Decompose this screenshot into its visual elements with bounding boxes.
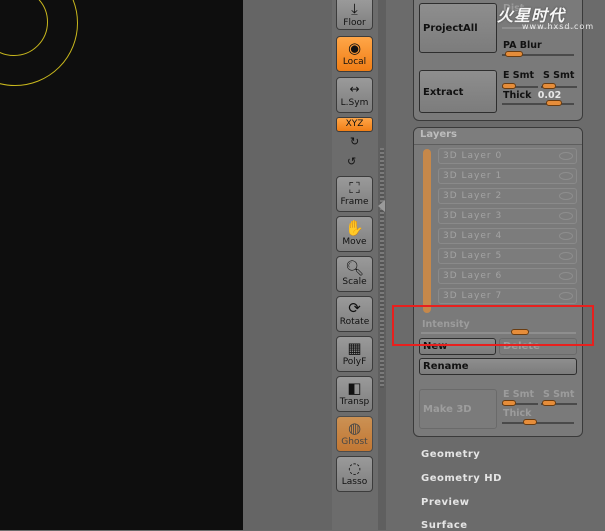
frame-icon: ⛶ (349, 179, 360, 197)
rotate-z-icon[interactable]: ↺ (347, 155, 356, 168)
collapse-arrow-icon[interactable] (378, 200, 385, 212)
extract-s-smt-label: S Smt (543, 70, 575, 81)
xyz-button[interactable]: XYZ (336, 117, 373, 132)
s-smt-slider-knob[interactable] (542, 83, 556, 89)
ghost-button[interactable]: ◍ Ghost (336, 416, 373, 452)
layer-name: 3D Layer 3 (443, 211, 503, 221)
lasso-icon: ◌ (347, 459, 362, 477)
layer-visibility-icon[interactable] (559, 152, 573, 160)
hand-icon: ✋ (345, 219, 364, 237)
lsym-button[interactable]: ↔ L.Sym (336, 77, 373, 113)
polyf-button[interactable]: ▦ PolyF (336, 336, 373, 372)
document-viewport[interactable] (0, 0, 243, 530)
section-surface[interactable]: Surface (421, 520, 468, 531)
layer-row[interactable]: 3D Layer 2 (438, 188, 577, 204)
scale-label: Scale (342, 277, 367, 287)
lasso-button[interactable]: ◌ Lasso (336, 456, 373, 492)
layer-name: 3D Layer 6 (443, 271, 503, 281)
watermark-url: www.hxsd.com (522, 22, 595, 31)
make3d-s-smt-slider-knob[interactable] (542, 400, 556, 406)
rotate-y-icon[interactable]: ↻ (350, 135, 359, 148)
layer-row[interactable]: 3D Layer 0 (438, 148, 577, 164)
layer-visibility-icon[interactable] (559, 212, 573, 220)
make-3d-button[interactable]: Make 3D (419, 389, 497, 429)
layer-visibility-icon[interactable] (559, 272, 573, 280)
layer-row[interactable]: 3D Layer 1 (438, 168, 577, 184)
ghost-label: Ghost (341, 437, 368, 447)
magnifier-icon: 🔍︎ (344, 259, 365, 277)
local-icon: ◉ (347, 39, 362, 57)
rotate-label: Rotate (339, 317, 370, 327)
make3d-e-smt-slider-knob[interactable] (502, 400, 516, 406)
layer-visibility-icon[interactable] (559, 292, 573, 300)
rotate-button[interactable]: ⟳ Rotate (336, 296, 373, 332)
layer-row[interactable]: 3D Layer 3 (438, 208, 577, 224)
make3d-thick-label: Thick (503, 408, 532, 419)
layer-row[interactable]: 3D Layer 7 (438, 288, 577, 304)
layer-name: 3D Layer 0 (443, 151, 503, 161)
layer-visibility-icon[interactable] (559, 252, 573, 260)
extract-e-smt-label: E Smt (503, 70, 535, 81)
layer-name: 3D Layer 1 (443, 171, 503, 181)
make3d-s-smt-label: S Smt (543, 389, 575, 400)
floor-icon: ⤓ (351, 0, 358, 18)
floor-label: Floor (343, 18, 366, 28)
move-button[interactable]: ✋ Move (336, 216, 373, 252)
section-preview[interactable]: Preview (421, 497, 470, 508)
rotate-icon: ⟳ (348, 299, 361, 317)
e-smt-slider-knob[interactable] (502, 83, 516, 89)
make3d-thick-slider-knob[interactable] (523, 419, 537, 425)
panel-divider[interactable] (378, 0, 386, 530)
layer-visibility-icon[interactable] (559, 232, 573, 240)
lasso-label: Lasso (341, 477, 368, 487)
layer-name: 3D Layer 2 (443, 191, 503, 201)
intensity-highlight-box (392, 305, 594, 346)
section-geometry-hd[interactable]: Geometry HD (421, 473, 502, 484)
symmetry-arrows-icon: ↔ (349, 82, 360, 96)
rename-layer-button[interactable]: Rename (419, 358, 577, 375)
layers-scrollbar[interactable] (423, 149, 431, 313)
layer-name: 3D Layer 5 (443, 251, 503, 261)
make3d-e-smt-label: E Smt (503, 389, 535, 400)
thick-label-text: Thick (503, 90, 532, 101)
layer-row[interactable]: 3D Layer 5 (438, 248, 577, 264)
layer-row[interactable]: 3D Layer 4 (438, 228, 577, 244)
canvas-margin (243, 0, 333, 530)
polyf-label: PolyF (342, 357, 367, 367)
pa-blur-slider-knob[interactable] (505, 51, 523, 57)
scale-button[interactable]: 🔍︎ Scale (336, 256, 373, 292)
move-label: Move (342, 237, 367, 247)
local-label: Local (342, 57, 367, 67)
lsym-label: L.Sym (340, 98, 369, 108)
transp-label: Transp (339, 397, 370, 407)
local-button[interactable]: ◉ Local (336, 36, 373, 72)
layer-row[interactable]: 3D Layer 6 (438, 268, 577, 284)
divider-grip[interactable] (380, 148, 384, 388)
frame-label: Frame (340, 197, 369, 207)
extract-button[interactable]: Extract (419, 70, 497, 113)
make3d-thick-slider-track[interactable] (502, 422, 574, 424)
ghost-icon: ◍ (347, 419, 362, 437)
layer-visibility-icon[interactable] (559, 172, 573, 180)
frame-button[interactable]: ⛶ Frame (336, 176, 373, 212)
layer-name: 3D Layer 7 (443, 291, 503, 301)
xyz-label: XYZ (345, 119, 364, 129)
layer-name: 3D Layer 4 (443, 231, 503, 241)
transp-button[interactable]: ◧ Transp (336, 376, 373, 412)
transparency-icon: ◧ (347, 379, 362, 397)
layers-header[interactable]: Layers (414, 128, 582, 145)
layers-title: Layers (420, 129, 457, 140)
projectall-button[interactable]: ProjectAll (419, 3, 497, 53)
floor-button[interactable]: ⤓ Floor (336, 0, 373, 30)
thick-slider-track[interactable] (502, 103, 574, 105)
thick-slider-knob[interactable] (546, 100, 562, 106)
section-geometry[interactable]: Geometry (421, 449, 480, 460)
pa-blur-label: PA Blur (503, 40, 542, 51)
layer-visibility-icon[interactable] (559, 192, 573, 200)
polyframe-grid-icon: ▦ (347, 339, 362, 357)
